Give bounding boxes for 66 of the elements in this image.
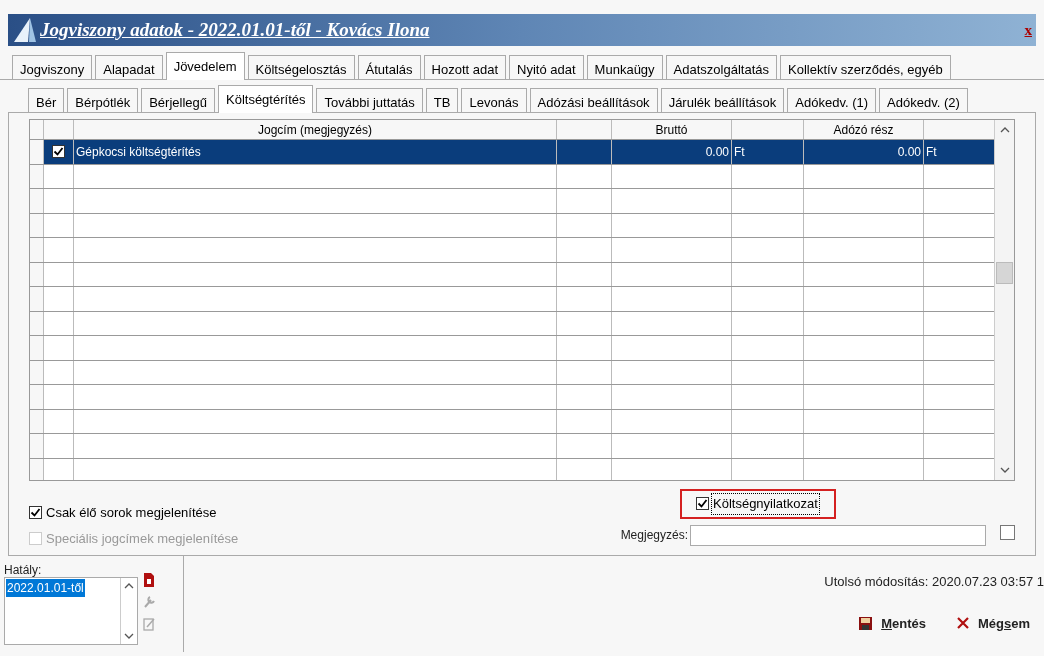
note-field[interactable]	[690, 524, 986, 546]
sub-tab[interactable]: Adókedv. (2)	[879, 88, 968, 112]
close-icon	[955, 616, 970, 631]
main-tab[interactable]: Nyitó adat	[509, 55, 584, 79]
sub-tab[interactable]: Bérpótlék	[67, 88, 139, 112]
main-tab[interactable]: Alapadat	[95, 55, 163, 79]
main-tab[interactable]: Költségelosztás	[247, 55, 355, 79]
sub-tab[interactable]: Levonás	[461, 88, 527, 112]
scroll-thumb[interactable]	[996, 262, 1013, 284]
declaration-label: Költségnyilatkozat	[711, 493, 820, 515]
main-tab[interactable]: Kollektív szerződés, egyéb	[780, 55, 951, 79]
row-header[interactable]	[30, 336, 44, 360]
row-header[interactable]	[30, 409, 44, 433]
note-label: Megjegyzés:	[619, 527, 689, 544]
row-header[interactable]	[30, 385, 44, 409]
table-cell-text: Ft	[734, 143, 745, 161]
row-header[interactable]	[30, 164, 44, 188]
row-header[interactable]	[30, 262, 44, 286]
row-header[interactable]	[30, 360, 44, 384]
sub-tab[interactable]: Adókedv. (1)	[787, 88, 877, 112]
table-cell-text: 0.00	[897, 143, 921, 161]
table-cell-text: Gépkocsi költségtérítés	[76, 143, 201, 161]
window-title: Jogviszony adatok - 2022.01.01-től - Kovács Ilona	[40, 17, 430, 42]
save-button[interactable]: Mentés	[858, 613, 926, 633]
option-label: Speciális jogcímek megjelenítése	[46, 529, 239, 548]
sub-tab[interactable]: Költségtérítés	[218, 85, 314, 113]
main-tab[interactable]: Hozott adat	[423, 55, 507, 79]
validity-item[interactable]: 2022.01.01-től	[6, 579, 85, 597]
checkbox[interactable]	[52, 145, 65, 159]
table-cell-text: Ft	[926, 143, 937, 161]
row-header[interactable]	[30, 189, 44, 213]
wrench-icon[interactable]	[142, 594, 156, 610]
sub-tab[interactable]: Adózási beállítások	[529, 88, 658, 112]
last-modified-text: Utolsó módosítás: 2020.07.23 03:57 1	[824, 573, 1044, 591]
app-logo-icon	[12, 16, 38, 44]
checkbox[interactable]	[696, 497, 709, 511]
sub-tab[interactable]: TB	[425, 88, 459, 112]
option-label: Csak élő sorok megjelenítése	[46, 504, 217, 522]
cancel-button[interactable]: Mégsem	[955, 613, 1030, 633]
column-header: Jogcím (megjegyzés)	[257, 121, 372, 139]
scrollbar[interactable]	[994, 120, 1014, 480]
main-tab[interactable]: Átutalás	[357, 55, 421, 79]
new-document-icon[interactable]	[142, 572, 156, 588]
sub-tab[interactable]: Bérjellegű	[141, 88, 215, 112]
edit-icon[interactable]	[142, 616, 156, 632]
row-header[interactable]	[30, 238, 44, 262]
table-cell-text: 0.00	[705, 143, 729, 161]
row-header[interactable]	[30, 434, 44, 458]
validity-label: Hatály:	[4, 564, 43, 576]
sub-tab[interactable]: Járulék beállítások	[660, 88, 785, 112]
main-tab[interactable]: Jövedelem	[165, 52, 245, 80]
row-header[interactable]	[30, 140, 44, 164]
row-header[interactable]	[30, 213, 44, 237]
row-header[interactable]	[30, 458, 44, 480]
column-header: Adózó rész	[833, 121, 894, 139]
grid-row[interactable]: Gépkocsi költségtérítés 0.00 Ft 0.00 Ft	[30, 140, 994, 165]
checkbox[interactable]	[1000, 525, 1015, 540]
sub-tab[interactable]: Bér	[28, 88, 65, 112]
main-tab[interactable]: Jogviszony	[12, 55, 93, 79]
row-header[interactable]	[30, 311, 44, 335]
sub-tab[interactable]: További juttatás	[316, 88, 423, 112]
main-tab[interactable]: Adatszolgáltatás	[665, 55, 777, 79]
checkbox[interactable]	[29, 506, 42, 520]
row-header[interactable]	[30, 287, 44, 311]
column-header: Bruttó	[655, 121, 688, 139]
main-tab[interactable]: Munkaügy	[586, 55, 663, 79]
